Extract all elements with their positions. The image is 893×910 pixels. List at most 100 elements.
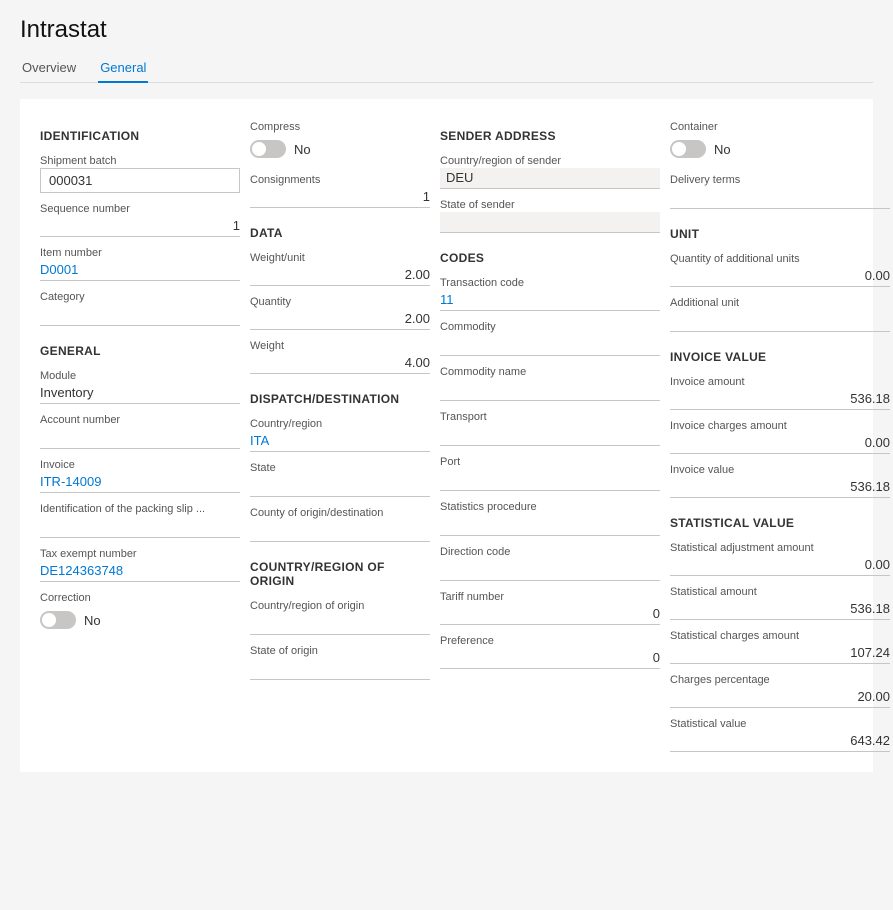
field-invoice-charges-amount: Invoice charges amount	[670, 414, 890, 454]
weight-input[interactable]	[250, 353, 430, 374]
charges-pct-input[interactable]	[670, 687, 890, 708]
tax-exempt-input[interactable]	[40, 561, 240, 582]
column-2: Compress No Consignments DATA Weight/uni…	[250, 115, 430, 756]
field-statistics-procedure: Statistics procedure	[440, 495, 660, 536]
state-sender-input[interactable]	[440, 212, 660, 233]
country-region-origin-value	[250, 613, 430, 635]
field-state: State	[250, 456, 430, 497]
field-country-region: Country/region	[250, 412, 430, 452]
section-country-origin: COUNTRY/REGION OF ORIGIN	[250, 560, 430, 588]
section-statistical-value: STATISTICAL VALUE	[670, 516, 890, 530]
item-number-input[interactable]	[40, 260, 240, 281]
invoice-amount-input[interactable]	[670, 389, 890, 410]
packing-slip-value	[40, 516, 240, 538]
field-state-sender: State of sender	[440, 193, 660, 233]
weight-unit-input[interactable]	[250, 265, 430, 286]
stat-amount-input[interactable]	[670, 599, 890, 620]
field-weight: Weight	[250, 334, 430, 374]
commodity-name-value	[440, 379, 660, 401]
field-qty-additional: Quantity of additional units	[670, 247, 890, 287]
country-region-input[interactable]	[250, 431, 430, 452]
field-invoice: Invoice	[40, 453, 240, 493]
stat-adjustment-input[interactable]	[670, 555, 890, 576]
statistics-procedure-value	[440, 514, 660, 536]
quantity-input[interactable]	[250, 309, 430, 330]
preference-input[interactable]	[440, 648, 660, 669]
port-value	[440, 469, 660, 491]
field-shipment-batch: Shipment batch	[40, 149, 240, 193]
field-invoice-value: Invoice value	[670, 458, 890, 498]
column-4: Container No Delivery terms UNIT Quantit…	[670, 115, 890, 756]
tab-overview[interactable]: Overview	[20, 54, 78, 83]
field-packing-slip: Identification of the packing slip ...	[40, 497, 240, 538]
field-correction: Correction No	[40, 586, 240, 635]
field-category: Category	[40, 285, 240, 326]
state-value	[250, 475, 430, 497]
category-value	[40, 304, 240, 326]
compress-toggle-knob	[252, 142, 266, 156]
compress-toggle-label: No	[294, 142, 311, 157]
field-sequence-number: Sequence number	[40, 197, 240, 237]
correction-toggle-knob	[42, 613, 56, 627]
column-1: IDENTIFICATION Shipment batch Sequence n…	[40, 115, 240, 756]
module-input[interactable]	[40, 383, 240, 404]
invoice-charges-amount-input[interactable]	[670, 433, 890, 454]
field-delivery-terms: Delivery terms	[670, 168, 890, 209]
shipment-batch-input[interactable]	[40, 168, 240, 193]
additional-unit-value	[670, 310, 890, 332]
field-commodity: Commodity	[440, 315, 660, 356]
correction-toggle-label: No	[84, 613, 101, 628]
field-stat-value: Statistical value	[670, 712, 890, 752]
direction-code-value	[440, 559, 660, 581]
compress-toggle-row: No	[250, 140, 430, 158]
field-country-sender: Country/region of sender	[440, 149, 660, 189]
field-module: Module	[40, 364, 240, 404]
field-transaction-code: Transaction code	[440, 271, 660, 311]
container-toggle-label: No	[714, 142, 731, 157]
field-transport: Transport	[440, 405, 660, 446]
container-toggle[interactable]	[670, 140, 706, 158]
qty-additional-input[interactable]	[670, 266, 890, 287]
field-tax-exempt: Tax exempt number	[40, 542, 240, 582]
state-of-origin-value	[250, 658, 430, 680]
invoice-value-input[interactable]	[670, 477, 890, 498]
field-stat-charges: Statistical charges amount	[670, 624, 890, 664]
section-codes: CODES	[440, 251, 660, 265]
field-state-of-origin: State of origin	[250, 639, 430, 680]
county-origin-value	[250, 520, 430, 542]
section-unit: UNIT	[670, 227, 890, 241]
section-data: DATA	[250, 226, 430, 240]
invoice-input[interactable]	[40, 472, 240, 493]
page-title: Intrastat	[20, 16, 873, 44]
field-preference: Preference	[440, 629, 660, 669]
compress-toggle[interactable]	[250, 140, 286, 158]
country-sender-input[interactable]	[440, 168, 660, 189]
field-invoice-amount: Invoice amount	[670, 370, 890, 410]
stat-value-input[interactable]	[670, 731, 890, 752]
field-direction-code: Direction code	[440, 540, 660, 581]
sequence-number-input[interactable]	[40, 216, 240, 237]
transport-value	[440, 424, 660, 446]
correction-toggle[interactable]	[40, 611, 76, 629]
field-quantity: Quantity	[250, 290, 430, 330]
field-weight-unit: Weight/unit	[250, 246, 430, 286]
field-country-region-origin: Country/region of origin	[250, 594, 430, 635]
stat-charges-input[interactable]	[670, 643, 890, 664]
section-general: GENERAL	[40, 344, 240, 358]
tab-general[interactable]: General	[98, 54, 148, 83]
field-account-number: Account number	[40, 408, 240, 449]
tab-bar: Overview General	[20, 54, 873, 83]
correction-toggle-row: No	[40, 611, 240, 629]
field-port: Port	[440, 450, 660, 491]
field-stat-adjustment: Statistical adjustment amount	[670, 536, 890, 576]
section-dispatch: DISPATCH/DESTINATION	[250, 392, 430, 406]
field-additional-unit: Additional unit	[670, 291, 890, 332]
transaction-code-input[interactable]	[440, 290, 660, 311]
consignments-input[interactable]	[250, 187, 430, 208]
commodity-value	[440, 334, 660, 356]
section-sender: SENDER ADDRESS	[440, 129, 660, 143]
field-consignments: Consignments	[250, 168, 430, 208]
field-item-number: Item number	[40, 241, 240, 281]
tariff-number-input[interactable]	[440, 604, 660, 625]
field-commodity-name: Commodity name	[440, 360, 660, 401]
